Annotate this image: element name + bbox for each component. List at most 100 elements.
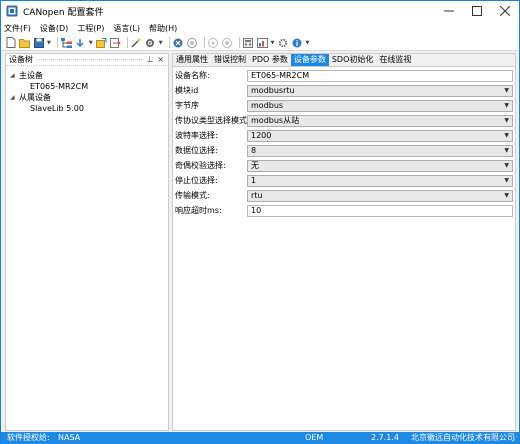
tab-pdo[interactable]: PDO 参数 [249,54,291,66]
license-mode: OEM [305,433,324,442]
maximize-icon [472,6,482,16]
stop-icon[interactable] [222,37,233,48]
tree-node-master-device[interactable]: ET065-MR2CM [6,81,168,92]
move-down-icon[interactable] [75,37,86,48]
calculator-icon[interactable] [243,37,254,48]
status-bar: 软件授权给: NASA OEM 2.7.1.4 北京徽远自动化技术有限公司 ⋰ [1,432,519,444]
settings-gear-icon[interactable] [145,37,156,48]
param-label: 设备名称: [175,71,210,80]
select-value: 1 [251,176,257,185]
module-id-select[interactable]: modbusrtu ▼ [247,84,513,97]
close-window-button[interactable] [491,1,519,21]
menu-device[interactable]: 设备(D) [40,23,68,34]
tree-node-label: 从属设备 [19,93,51,102]
device-params-form: 设备名称: ET065-MR2CM 模块id modbusrtu ▼ 字节序 m… [173,68,515,218]
resize-grip-icon[interactable]: ⋰ [511,435,518,443]
param-row-data-bits: 数据位选择: 8 ▼ [173,143,515,158]
param-label: 波特率选择: [175,131,218,140]
protocol-mode-select[interactable]: modbus从站 ▼ [247,114,513,127]
tree-view-icon[interactable] [60,37,72,48]
device-tree-panel: 设备树 ⊥ × ◢ 主设备 ET065-MR2CM ◢ 从属设备 SlaveLi… [5,53,169,431]
tab-error-control[interactable]: 错误控制 [211,54,249,66]
transfer-mode-select[interactable]: rtu ▼ [247,189,513,202]
tree-node-slave-device[interactable]: SlaveLib 5.00 [6,103,168,114]
select-value: rtu [251,191,263,200]
wand-icon[interactable] [131,37,142,48]
param-label: 响应超时ms: [175,206,222,215]
tree-node-label: 主设备 [19,71,43,80]
move-dropdown-icon[interactable]: ▼ [89,40,93,46]
param-label: 奇偶校验选择: [175,161,226,170]
param-label: 停止位选择: [175,176,218,185]
device-tree: ◢ 主设备 ET065-MR2CM ◢ 从属设备 SlaveLib 5.00 [6,66,168,114]
collapse-arrow-icon[interactable]: ◢ [10,94,19,101]
open-folder-icon[interactable] [19,37,30,48]
parity-select[interactable]: 无 ▼ [247,159,513,172]
minimize-icon [444,10,454,12]
maximize-button[interactable] [463,1,491,21]
chevron-down-icon: ▼ [504,87,509,94]
close-panel-button[interactable]: × [157,55,164,64]
properties-panel: 通用属性 错误控制 PDO 参数 设备参数 SDO初始化 在线监视 设备名称: … [172,53,516,431]
properties-tabs: 通用属性 错误控制 PDO 参数 设备参数 SDO初始化 在线监视 [173,54,515,67]
param-label: 传输模式: [175,191,210,200]
save-icon[interactable] [33,37,44,48]
settings-icon[interactable] [277,37,288,48]
settings-dropdown-icon[interactable]: ▼ [159,40,163,46]
info-icon[interactable] [291,37,302,48]
select-value: modbus从站 [251,116,300,125]
menu-file[interactable]: 文件(F) [4,23,31,34]
new-file-icon[interactable] [5,37,16,48]
param-row-stop-bits: 停止位选择: 1 ▼ [173,173,515,188]
tree-node-slave[interactable]: ◢ 从属设备 [6,92,168,103]
import-icon[interactable] [95,37,107,48]
tab-device-params[interactable]: 设备参数 [290,54,329,66]
tree-node-label: SlaveLib 5.00 [30,104,84,113]
chevron-down-icon: ▼ [504,177,509,184]
pin-panel-button[interactable]: ⊥ [146,55,153,64]
chevron-down-icon: ▼ [504,132,509,139]
version-number: 2.7.1.4 [371,433,399,442]
license-value: NASA [58,433,81,442]
select-value: modbus [251,101,284,110]
chart-dropdown-icon[interactable]: ▼ [271,40,275,46]
tree-node-master[interactable]: ◢ 主设备 [6,70,168,81]
data-bits-select[interactable]: 8 ▼ [247,144,513,157]
response-timeout-field[interactable]: 10 [247,204,513,217]
disconnect-icon[interactable] [173,37,184,48]
menu-language[interactable]: 语言(L) [113,23,140,34]
field-value: 10 [251,206,262,215]
minimize-button[interactable] [435,1,463,21]
tab-general[interactable]: 通用属性 [173,54,211,66]
device-tree-header: 设备树 ⊥ × [6,54,168,66]
select-value: 1200 [251,131,272,140]
menu-bar: 文件(F) 设备(D) 工程(P) 语言(L) 帮助(H) [1,21,519,35]
play-icon[interactable] [208,37,219,48]
chevron-down-icon: ▼ [504,192,509,199]
window-title: CANopen 配置套件 [23,7,104,18]
param-row-byte-order: 字节序 modbus ▼ [173,98,515,113]
save-dropdown-icon[interactable]: ▼ [47,40,51,46]
info-dropdown-icon[interactable]: ▼ [305,40,309,46]
device-name-field[interactable]: ET065-MR2CM [247,69,513,82]
chevron-down-icon: ▼ [504,147,509,154]
collapse-arrow-icon[interactable]: ◢ [10,72,19,79]
toolbar-divider [168,37,170,48]
param-row-baud-rate: 波特率选择: 1200 ▼ [173,128,515,143]
window-controls [435,1,519,21]
close-icon [500,6,510,16]
stop-bits-select[interactable]: 1 ▼ [247,174,513,187]
connect-icon[interactable] [187,37,198,48]
menu-project[interactable]: 工程(P) [77,23,104,34]
tab-online-monitor[interactable]: 在线监视 [376,54,414,66]
menu-help[interactable]: 帮助(H) [149,23,177,34]
field-value: ET065-MR2CM [251,71,310,80]
select-value: 无 [251,161,259,170]
param-row-device-name: 设备名称: ET065-MR2CM [173,68,515,83]
tab-sdo-init[interactable]: SDO初始化 [329,54,377,66]
byte-order-select[interactable]: modbus ▼ [247,99,513,112]
chart-icon[interactable] [256,37,268,48]
toolbar-divider [238,37,240,48]
baud-rate-select[interactable]: 1200 ▼ [247,129,513,142]
export-icon[interactable] [109,37,121,48]
